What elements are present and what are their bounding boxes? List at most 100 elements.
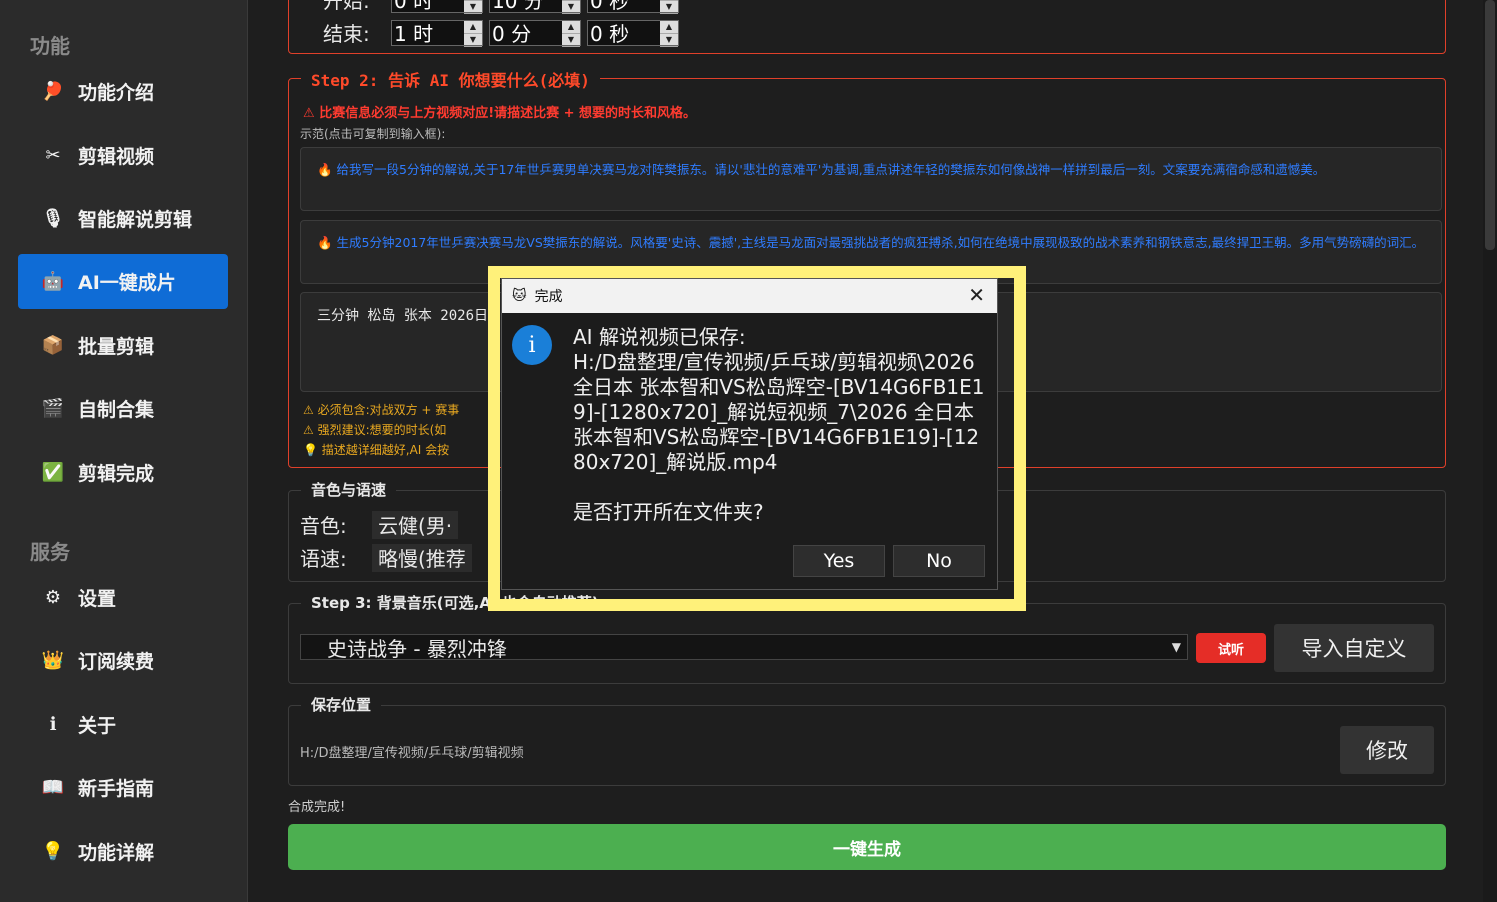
sidebar-item-ai-one-click[interactable]: 🤖 AI一键成片: [18, 254, 228, 309]
example-text-2: 生成5分钟2017年世乒赛决赛马龙VS樊振东的解说。风格要'史诗、震撼',主线是…: [336, 235, 1425, 250]
start-minute-value: 10 分: [492, 0, 544, 13]
preview-button[interactable]: 试听: [1196, 633, 1266, 663]
music-select[interactable]: 史诗战争 - 暴烈冲锋 ▼: [300, 634, 1188, 661]
sidebar-item-label: 功能详解: [78, 842, 155, 864]
spin-arrows[interactable]: ▲▼: [660, 0, 678, 14]
voice-select[interactable]: 云健(男·: [372, 510, 459, 539]
no-button[interactable]: No: [893, 545, 985, 577]
voice-legend: 音色与语速: [301, 479, 397, 500]
dialog-title: 完成: [534, 289, 563, 305]
sidebar-item-subscription[interactable]: 👑 订阅续费: [18, 633, 228, 688]
spin-arrows[interactable]: ▲▼: [562, 20, 580, 47]
end-second-spinbox[interactable]: 0 秒 ▲ ▼: [587, 19, 679, 47]
info-icon: i: [512, 325, 552, 365]
generate-button[interactable]: 一键生成: [288, 824, 1446, 870]
gear-icon: ⚙: [44, 587, 62, 608]
clapperboard-icon: 🎬: [41, 398, 65, 419]
start-time-row: 开始: 0 时 ▲▼ 10 分 ▲▼ 0 秒 ▲▼: [323, 0, 685, 14]
yes-button[interactable]: Yes: [793, 545, 885, 577]
sidebar-item-label: 功能介绍: [78, 82, 155, 104]
sidebar-item-label: AI一键成片: [78, 272, 176, 294]
sidebar-item-label: 新手指南: [78, 778, 155, 800]
spin-arrows[interactable]: ▲▼: [660, 20, 678, 47]
warning-icon: ⚠: [303, 423, 318, 437]
start-minute-spinbox[interactable]: 10 分 ▲▼: [489, 0, 581, 14]
tip-text-3: 描述越详细越好,AI 会按: [321, 443, 450, 457]
end-hour-value: 1 时: [394, 22, 434, 46]
dialog-titlebar[interactable]: 🐱 完成 ✕: [502, 279, 997, 313]
import-custom-button[interactable]: 导入自定义: [1274, 624, 1434, 672]
step2-warning-text: 比赛信息必须与上方视频对应!请描述比赛 + 想要的时长和风格。: [319, 106, 697, 121]
end-time-row: 结束: 1 时 ▲ ▼ 0 分 ▲ ▼ 0 秒 ▲ ▼: [323, 18, 685, 47]
speed-label: 语速:: [300, 547, 347, 571]
sidebar: 功能 🏓 功能介绍 ✂ 剪辑视频 🎙 智能解说剪辑 🤖 AI一键成片 📦 批量剪…: [0, 0, 248, 902]
sidebar-item-label: 批量剪辑: [78, 336, 155, 358]
sidebar-item-custom-collection[interactable]: 🎬 自制合集: [18, 381, 228, 436]
chevron-down-icon: ▼: [1171, 640, 1181, 654]
sidebar-item-batch-cut[interactable]: 📦 批量剪辑: [18, 318, 228, 373]
robot-icon: 🤖: [41, 271, 65, 292]
status-text: 合成完成!: [288, 800, 346, 815]
end-minute-spinbox[interactable]: 0 分 ▲ ▼: [489, 19, 581, 47]
time-range-group: 开始: 0 时 ▲▼ 10 分 ▲▼ 0 秒 ▲▼ 结束: 1 时 ▲▼ 0 分 ▲▼ 0…: [288, 0, 1446, 54]
modify-path-button[interactable]: 修改: [1340, 726, 1434, 774]
scrollbar[interactable]: [1483, 0, 1497, 902]
step2-warning: ⚠ 比赛信息必须与上方视频对应!请描述比赛 + 想要的时长和风格。: [303, 102, 696, 121]
spin-arrows[interactable]: ▲▼: [562, 0, 580, 14]
microphone-icon: 🎙: [41, 208, 65, 229]
start-hour-spinbox[interactable]: 0 时 ▲▼: [391, 0, 483, 14]
fire-icon: 🔥: [317, 235, 337, 250]
app-cat-icon: 🐱: [512, 288, 527, 304]
tip-text-2: 强烈建议:想要的时长(如: [317, 423, 447, 437]
check-icon: ✅: [41, 462, 65, 483]
voice-label: 音色:: [300, 514, 347, 538]
sidebar-item-cut-video[interactable]: ✂ 剪辑视频: [18, 128, 228, 183]
tip-3: 💡 描述越详细越好,AI 会按: [303, 441, 449, 458]
end-minute-value: 0 分: [492, 22, 532, 46]
start-second-value: 0 秒: [590, 0, 630, 13]
end-hour-spinbox[interactable]: 1 时 ▲ ▼: [391, 19, 483, 47]
warning-icon: ⚠: [303, 106, 320, 121]
info-icon: ℹ: [49, 714, 57, 735]
sidebar-section-function: 功能: [30, 34, 70, 58]
tip-text-1: 必须包含:对战双方 + 赛事: [317, 403, 460, 417]
fire-icon: 🔥: [317, 162, 337, 177]
lightbulb-icon: 💡: [303, 443, 322, 457]
sidebar-item-intro[interactable]: 🏓 功能介绍: [18, 64, 228, 119]
crown-icon: 👑: [41, 650, 65, 671]
sidebar-item-settings[interactable]: ⚙ 设置: [18, 570, 228, 625]
sidebar-item-label: 关于: [78, 715, 117, 737]
package-icon: 📦: [41, 335, 65, 356]
tip-2: ⚠ 强烈建议:想要的时长(如: [303, 421, 446, 438]
sidebar-item-label: 设置: [78, 588, 117, 610]
sidebar-item-about[interactable]: ℹ 关于: [18, 697, 228, 752]
sidebar-item-feature-details[interactable]: 💡 功能详解: [18, 824, 228, 879]
sidebar-item-guide[interactable]: 📖 新手指南: [18, 760, 228, 815]
warning-icon: ⚠: [303, 403, 318, 417]
voice-row: 音色: 云健(男·: [300, 510, 459, 539]
sidebar-item-label: 剪辑完成: [78, 463, 155, 485]
speed-row: 语速: 略慢(推荐: [300, 543, 472, 572]
end-second-value: 0 秒: [590, 22, 630, 46]
start-second-spinbox[interactable]: 0 秒 ▲▼: [587, 0, 679, 14]
save-legend: 保存位置: [301, 694, 382, 715]
sidebar-item-cut-done[interactable]: ✅ 剪辑完成: [18, 445, 228, 500]
sidebar-item-label: 智能解说剪辑: [78, 209, 193, 231]
close-icon[interactable]: ✕: [968, 283, 985, 307]
example-label: 示范(点击可复制到输入框):: [300, 127, 446, 141]
scrollbar-thumb[interactable]: [1485, 0, 1495, 250]
start-label: 开始:: [323, 0, 370, 13]
end-label: 结束:: [323, 22, 370, 46]
tip-1: ⚠ 必须包含:对战双方 + 赛事: [303, 401, 459, 418]
dialog-message: AI 解说视频已保存: H:/D盘整理/宣传视频/乒乓球/剪辑视频\2026 全…: [573, 325, 985, 524]
spin-arrows[interactable]: ▲▼: [464, 20, 482, 47]
spin-arrows[interactable]: ▲▼: [464, 0, 482, 14]
ping-pong-icon: 🏓: [41, 81, 65, 102]
start-hour-value: 0 时: [394, 0, 434, 13]
speed-select[interactable]: 略慢(推荐: [372, 543, 472, 572]
sidebar-item-smart-narration[interactable]: 🎙 智能解说剪辑: [18, 191, 228, 246]
example-item-1[interactable]: 🔥 给我写一段5分钟的解说,关于17年世乒赛男单决赛马龙对阵樊振东。请以'悲壮的…: [300, 147, 1442, 211]
sidebar-section-service: 服务: [30, 540, 70, 564]
scissors-icon: ✂: [45, 145, 61, 166]
sidebar-item-label: 订阅续费: [78, 651, 155, 673]
